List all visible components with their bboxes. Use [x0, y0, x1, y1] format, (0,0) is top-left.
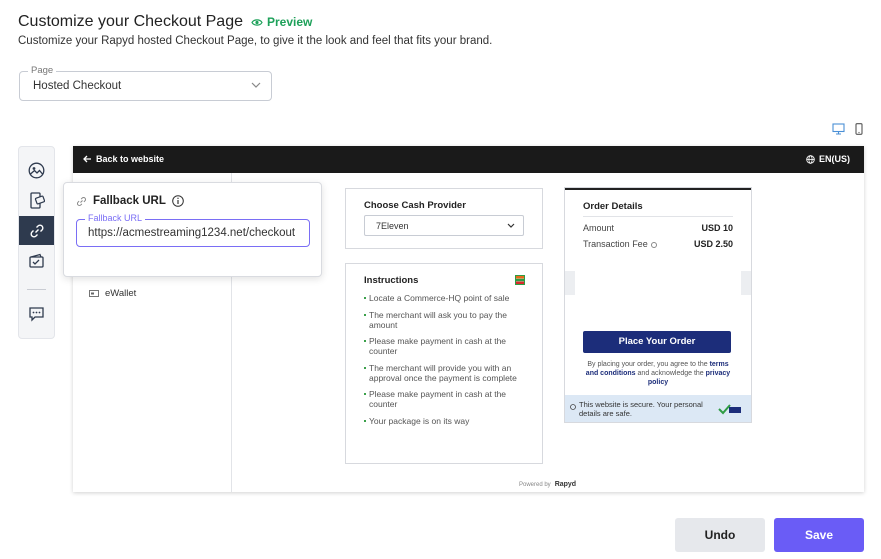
secure-banner: This website is secure. Your personal de… [565, 395, 751, 422]
fee-value: USD 2.50 [693, 239, 733, 249]
order-details-title: Order Details [583, 201, 643, 212]
fallback-url-popover: Fallback URL Fallback URL https://acmest… [63, 182, 322, 277]
chevron-down-icon [507, 223, 515, 228]
order-fee-row: Transaction Fee USD 2.50 [583, 239, 733, 249]
undo-button[interactable]: Undo [675, 518, 765, 552]
back-to-website-link[interactable]: Back to website [83, 154, 164, 164]
order-amount-row: Amount USD 10 [583, 223, 733, 233]
page-subtitle: Customize your Rapyd hosted Checkout Pag… [18, 35, 493, 47]
instructions-list: Locate a Commerce-HQ point of sale The m… [364, 293, 524, 432]
instruction-step: Your package is on its way [364, 416, 524, 426]
instruction-step: Please make payment in cash at the count… [364, 389, 524, 409]
instruction-step: The merchant will provide you with an ap… [364, 363, 524, 383]
chat-icon [29, 306, 44, 322]
instructions-title: Instructions [364, 275, 419, 286]
instruction-step: Please make payment in cash at the count… [364, 336, 524, 356]
page-header: Customize your Checkout Page Preview [18, 13, 312, 31]
rail-item-fallback-url[interactable] [19, 216, 54, 245]
desktop-icon [832, 123, 845, 135]
page-select[interactable]: Page Hosted Checkout [19, 65, 272, 101]
language-label: EN(US) [819, 154, 850, 164]
carousel-right-arrow[interactable] [741, 271, 751, 295]
rail-item-images[interactable] [19, 156, 54, 185]
fallback-url-title: Fallback URL [93, 195, 166, 207]
rail-item-payment-methods[interactable] [19, 186, 54, 215]
info-circle-icon [570, 404, 576, 410]
terms-prefix: By placing your order, you agree to the [587, 361, 708, 368]
powered-by: Powered by Rapyd [519, 481, 576, 488]
link-icon [77, 196, 86, 206]
page-title: Customize your Checkout Page [18, 13, 243, 30]
image-icon [28, 162, 45, 179]
carousel-left-arrow[interactable] [565, 271, 575, 295]
cash-provider-select[interactable]: 7Eleven [364, 215, 524, 236]
powered-by-prefix: Powered by [519, 481, 551, 488]
rail-item-wallet[interactable] [19, 246, 54, 275]
fallback-url-field-label: Fallback URL [85, 213, 146, 223]
fee-label: Transaction Fee [583, 239, 648, 249]
amount-label: Amount [583, 223, 615, 233]
desktop-view-button[interactable] [832, 123, 845, 135]
place-order-button[interactable]: Place Your Order [583, 331, 731, 353]
info-icon[interactable] [172, 195, 184, 207]
terms-middle: and acknowledge the [637, 370, 704, 377]
preview-top-bar: Back to website EN(US) [73, 146, 864, 173]
ewallet-label: eWallet [105, 288, 137, 299]
cash-provider-title: Choose Cash Provider [364, 200, 466, 211]
pci-badge-icon [718, 404, 741, 415]
page-select-label: Page [28, 65, 57, 76]
preview-link[interactable]: Preview [251, 15, 312, 29]
rail-divider [27, 289, 46, 290]
mobile-icon [855, 123, 863, 135]
fallback-url-field[interactable]: Fallback URL https://acmestreaming1234.n… [76, 213, 310, 247]
info-icon[interactable] [650, 241, 657, 248]
language-selector[interactable]: EN(US) [806, 154, 850, 164]
powered-by-brand: Rapyd [554, 481, 577, 488]
order-divider [583, 216, 733, 217]
cash-provider-value: 7Eleven [376, 221, 409, 231]
eye-icon [251, 18, 263, 26]
instructions-card: Instructions Locate a Commerce-HQ point … [345, 263, 543, 464]
globe-icon [806, 154, 815, 164]
rail-item-messages[interactable] [19, 299, 54, 328]
secure-text: This website is secure. Your personal de… [579, 400, 703, 418]
instruction-step: The merchant will ask you to pay the amo… [364, 310, 524, 330]
amount-value: USD 10 [701, 223, 733, 233]
ewallet-icon [89, 290, 99, 297]
order-terms-text: By placing your order, you agree to the … [583, 360, 733, 387]
fallback-url-header: Fallback URL [76, 195, 184, 207]
fallback-url-input[interactable]: https://acmestreaming1234.net/checkout [88, 227, 300, 239]
back-to-website-label: Back to website [96, 154, 165, 164]
mobile-view-button[interactable] [855, 123, 863, 135]
wallet-check-icon [29, 253, 44, 268]
instruction-step: Locate a Commerce-HQ point of sale [364, 293, 524, 303]
link-icon [29, 223, 44, 238]
chevron-down-icon [251, 82, 261, 88]
seven-eleven-logo-icon [515, 275, 525, 285]
arrow-left-icon [83, 155, 91, 163]
customize-toolbar [18, 146, 55, 339]
page-select-value: Hosted Checkout [33, 80, 122, 92]
mobile-card-icon [30, 191, 45, 209]
save-button[interactable]: Save [774, 518, 864, 552]
cash-provider-card: Choose Cash Provider 7Eleven [345, 188, 543, 249]
payment-method-ewallet[interactable]: eWallet [89, 288, 136, 299]
preview-label: Preview [267, 15, 313, 29]
order-details-card: Order Details Amount USD 10 Transaction … [565, 188, 751, 422]
